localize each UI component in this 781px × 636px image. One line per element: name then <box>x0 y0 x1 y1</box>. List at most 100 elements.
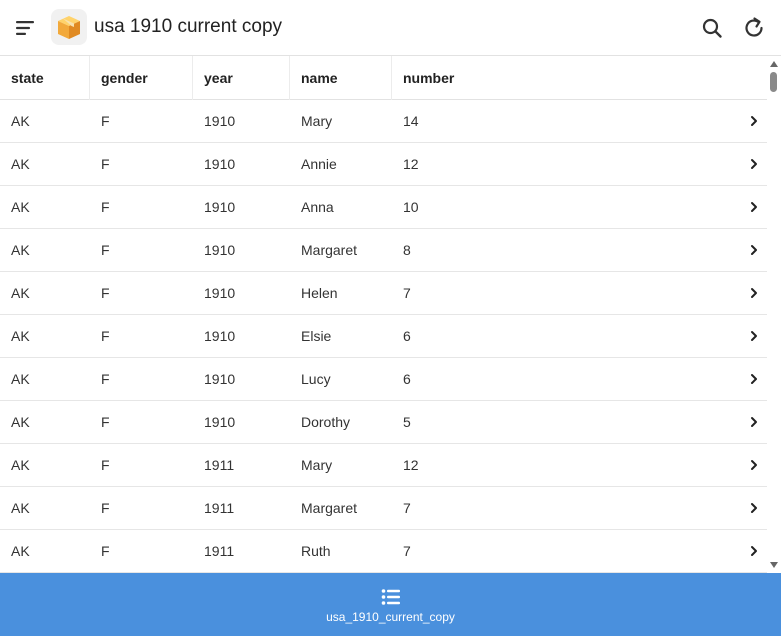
page-title: usa 1910 current copy <box>94 16 283 37</box>
cell-year: 1910 <box>204 113 236 129</box>
table-body: AK F 1910 Mary 14 AK F 1910 Annie 12 AK F 1910 Anna 10… <box>0 100 767 573</box>
scroll-up-arrow-icon[interactable] <box>770 61 778 67</box>
table-row[interactable]: AK F 1910 Anna 10 <box>0 186 767 229</box>
cell-number: 7 <box>403 285 411 301</box>
chevron-right-icon[interactable] <box>749 158 759 170</box>
cell-year: 1910 <box>204 285 236 301</box>
menu-button[interactable] <box>12 14 40 42</box>
cell-state: AK <box>11 414 30 430</box>
cell-number: 6 <box>403 328 411 344</box>
chevron-right-icon[interactable] <box>749 115 759 127</box>
chevron-right-icon[interactable] <box>749 416 759 428</box>
table-row[interactable]: AK F 1910 Mary 14 <box>0 100 767 143</box>
refresh-button[interactable] <box>740 14 768 42</box>
table-header: state gender year name number <box>0 56 767 100</box>
cell-name: Mary <box>301 457 333 473</box>
column-header-state[interactable]: state <box>0 56 90 100</box>
cell-gender: F <box>101 328 110 344</box>
cell-number: 6 <box>403 371 411 387</box>
chevron-right-icon[interactable] <box>749 244 759 256</box>
cell-year: 1911 <box>204 457 235 473</box>
cell-year: 1910 <box>204 414 236 430</box>
cell-gender: F <box>101 414 110 430</box>
column-header-number[interactable]: number <box>392 56 767 100</box>
chevron-right-icon[interactable] <box>749 502 759 514</box>
cell-year: 1910 <box>204 371 236 387</box>
cell-number: 12 <box>403 156 419 172</box>
column-header-gender[interactable]: gender <box>90 56 193 100</box>
bottom-nav-label: usa_1910_current_copy <box>326 609 455 624</box>
package-box-icon <box>58 16 80 39</box>
cell-state: AK <box>11 285 30 301</box>
cell-gender: F <box>101 543 110 559</box>
cell-name: Mary <box>301 113 333 129</box>
cell-number: 7 <box>403 500 411 516</box>
cell-gender: F <box>101 500 110 516</box>
scroll-down-arrow-icon[interactable] <box>770 562 778 568</box>
cell-state: AK <box>11 328 30 344</box>
cell-state: AK <box>11 500 30 516</box>
cell-number: 8 <box>403 242 411 258</box>
cell-name: Anna <box>301 199 334 215</box>
chevron-right-icon[interactable] <box>749 373 759 385</box>
cell-gender: F <box>101 156 110 172</box>
column-header-name[interactable]: name <box>290 56 392 100</box>
chevron-right-icon[interactable] <box>749 330 759 342</box>
cell-name: Margaret <box>301 242 358 258</box>
search-icon <box>702 18 722 38</box>
cell-year: 1911 <box>204 543 235 559</box>
cell-gender: F <box>101 242 110 258</box>
scrollbar-thumb[interactable] <box>770 72 777 92</box>
cell-year: 1910 <box>204 199 236 215</box>
cell-name: Elsie <box>301 328 332 344</box>
table-row[interactable]: AK F 1910 Lucy 6 <box>0 358 767 401</box>
cell-year: 1910 <box>204 242 236 258</box>
table-row[interactable]: AK F 1910 Helen 7 <box>0 272 767 315</box>
table-row[interactable]: AK F 1910 Margaret 8 <box>0 229 767 272</box>
scrollbar[interactable] <box>767 56 781 573</box>
table-row[interactable]: AK F 1910 Elsie 6 <box>0 315 767 358</box>
cell-year: 1910 <box>204 328 236 344</box>
cell-name: Dorothy <box>301 414 351 430</box>
refresh-icon <box>745 17 763 37</box>
menu-icon <box>16 21 34 35</box>
column-header-year[interactable]: year <box>193 56 290 100</box>
table-row[interactable]: AK F 1911 Mary 12 <box>0 444 767 487</box>
chevron-right-icon[interactable] <box>749 287 759 299</box>
app-icon <box>51 9 87 45</box>
search-button[interactable] <box>698 14 726 42</box>
cell-name: Ruth <box>301 543 331 559</box>
data-table: state gender year name number AK F 1910 Mar… <box>0 56 767 573</box>
table-row[interactable]: AK F 1911 Ruth 7 <box>0 530 767 573</box>
cell-state: AK <box>11 199 30 215</box>
cell-name: Margaret <box>301 500 358 516</box>
chevron-right-icon[interactable] <box>749 545 759 557</box>
app-header: usa 1910 current copy <box>0 0 781 56</box>
chevron-right-icon[interactable] <box>749 459 759 471</box>
cell-number: 12 <box>403 457 419 473</box>
cell-gender: F <box>101 199 110 215</box>
table-row[interactable]: AK F 1911 Margaret 7 <box>0 487 767 530</box>
chevron-right-icon[interactable] <box>749 201 759 213</box>
cell-year: 1911 <box>204 500 235 516</box>
bottom-nav-tab[interactable]: usa_1910_current_copy <box>0 573 781 636</box>
table-row[interactable]: AK F 1910 Dorothy 5 <box>0 401 767 444</box>
cell-gender: F <box>101 285 110 301</box>
cell-state: AK <box>11 457 30 473</box>
cell-state: AK <box>11 371 30 387</box>
cell-state: AK <box>11 242 30 258</box>
cell-year: 1910 <box>204 156 236 172</box>
cell-state: AK <box>11 543 30 559</box>
cell-name: Lucy <box>301 371 331 387</box>
cell-name: Annie <box>301 156 337 172</box>
cell-number: 10 <box>403 199 419 215</box>
cell-number: 7 <box>403 543 411 559</box>
cell-number: 14 <box>403 113 419 129</box>
cell-gender: F <box>101 457 110 473</box>
cell-gender: F <box>101 371 110 387</box>
list-icon <box>381 588 400 605</box>
cell-state: AK <box>11 156 30 172</box>
table-row[interactable]: AK F 1910 Annie 12 <box>0 143 767 186</box>
cell-state: AK <box>11 113 30 129</box>
cell-name: Helen <box>301 285 338 301</box>
